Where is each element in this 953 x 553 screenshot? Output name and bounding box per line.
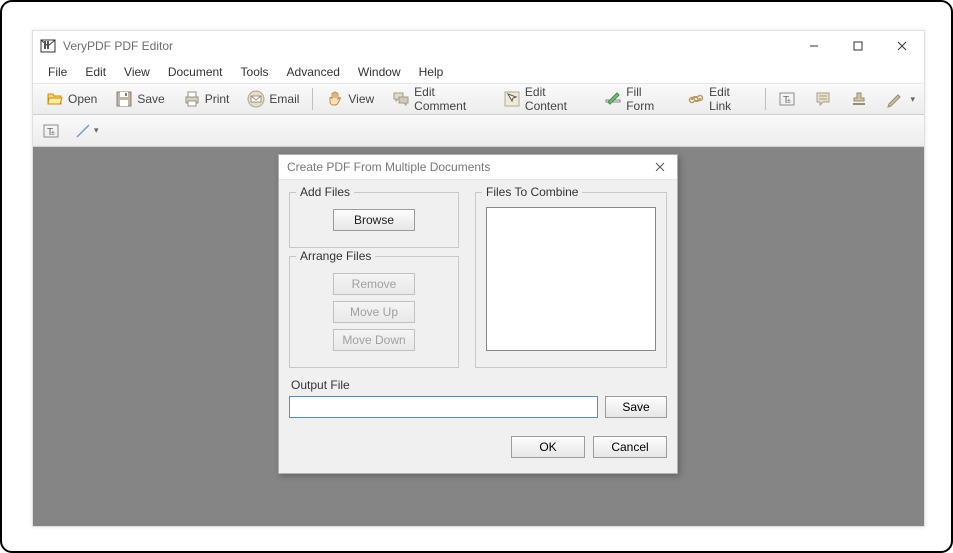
close-button[interactable] xyxy=(880,31,924,61)
menu-help[interactable]: Help xyxy=(410,63,453,81)
open-button[interactable]: Open xyxy=(37,86,106,112)
pen-form-icon xyxy=(604,90,622,108)
files-to-combine-group: Files To Combine xyxy=(475,192,667,368)
email-label: Email xyxy=(269,92,299,106)
menu-edit[interactable]: Edit xyxy=(76,63,115,81)
menu-document[interactable]: Document xyxy=(159,63,232,81)
print-button[interactable]: Print xyxy=(174,86,239,112)
chevron-down-icon: ▾ xyxy=(910,94,915,105)
app-title: VeryPDF PDF Editor xyxy=(63,39,173,53)
note-icon xyxy=(814,90,832,108)
fill-form-label: Fill Form xyxy=(626,85,669,113)
files-to-combine-list[interactable] xyxy=(486,207,656,351)
edit-link-label: Edit Link xyxy=(709,85,751,113)
text-icon: T± xyxy=(42,122,60,140)
edit-content-button[interactable]: Edit Content xyxy=(494,81,595,117)
stamp-tool[interactable] xyxy=(841,86,877,112)
app-icon xyxy=(39,37,57,55)
dialog-title: Create PDF From Multiple Documents xyxy=(287,160,490,174)
save-button[interactable]: Save xyxy=(106,86,173,112)
email-icon xyxy=(247,90,265,108)
floppy-disk-icon xyxy=(115,90,133,108)
note-tool[interactable] xyxy=(805,86,841,112)
line-icon xyxy=(74,122,92,140)
output-save-button[interactable]: Save xyxy=(605,396,667,418)
printer-icon xyxy=(183,90,201,108)
app-window: VeryPDF PDF Editor File Edit View Docume… xyxy=(32,30,925,527)
fill-form-button[interactable]: Fill Form xyxy=(595,81,678,117)
titlebar: VeryPDF PDF Editor xyxy=(33,31,924,61)
maximize-button[interactable] xyxy=(836,31,880,61)
secondary-toolbar: T± ▾ xyxy=(33,115,924,147)
create-pdf-dialog: Create PDF From Multiple Documents Add F… xyxy=(278,154,678,474)
dialog-titlebar: Create PDF From Multiple Documents xyxy=(279,155,677,180)
arrange-files-legend: Arrange Files xyxy=(296,249,375,263)
toolbar-separator xyxy=(765,88,766,110)
edit-comment-button[interactable]: Edit Comment xyxy=(383,81,494,117)
text-box-icon: T± xyxy=(778,90,796,108)
edit-comment-label: Edit Comment xyxy=(414,85,485,113)
menu-window[interactable]: Window xyxy=(349,63,410,81)
arrange-files-group: Arrange Files Remove Move Up Move Down xyxy=(289,256,459,368)
menubar: File Edit View Document Tools Advanced W… xyxy=(33,61,924,83)
line-tool[interactable]: ▾ xyxy=(69,118,104,144)
hand-icon xyxy=(326,90,344,108)
text-box-tool[interactable]: T± xyxy=(769,86,805,112)
cursor-icon xyxy=(503,90,521,108)
move-down-button: Move Down xyxy=(333,329,415,351)
cancel-button[interactable]: Cancel xyxy=(593,436,667,458)
pencil-tool[interactable]: ▾ xyxy=(877,86,924,112)
link-icon xyxy=(687,90,705,108)
browse-button[interactable]: Browse xyxy=(333,209,415,231)
view-label: View xyxy=(348,92,374,106)
ok-button[interactable]: OK xyxy=(511,436,585,458)
files-to-combine-legend: Files To Combine xyxy=(482,185,582,199)
save-label: Save xyxy=(137,92,164,106)
svg-text:±: ± xyxy=(787,98,791,105)
move-up-button: Move Up xyxy=(333,301,415,323)
edit-content-label: Edit Content xyxy=(525,85,586,113)
main-toolbar: Open Save Print Email View Edit Comment … xyxy=(33,83,924,115)
email-button[interactable]: Email xyxy=(238,86,308,112)
open-label: Open xyxy=(68,92,97,106)
toolbar-separator xyxy=(312,88,313,110)
view-button[interactable]: View xyxy=(317,86,383,112)
menu-file[interactable]: File xyxy=(39,63,76,81)
menu-tools[interactable]: Tools xyxy=(232,63,278,81)
print-label: Print xyxy=(205,92,230,106)
edit-link-button[interactable]: Edit Link xyxy=(678,81,760,117)
output-file-label: Output File xyxy=(289,376,667,396)
remove-button: Remove xyxy=(333,273,415,295)
menu-view[interactable]: View xyxy=(115,63,159,81)
add-files-group: Add Files Browse xyxy=(289,192,459,248)
output-file-input[interactable] xyxy=(289,396,598,418)
add-files-legend: Add Files xyxy=(296,185,354,199)
dialog-close-button[interactable] xyxy=(643,155,677,180)
close-icon xyxy=(655,162,665,172)
open-folder-icon xyxy=(46,90,64,108)
stamp-icon xyxy=(850,90,868,108)
chevron-down-icon: ▾ xyxy=(94,125,99,136)
menu-advanced[interactable]: Advanced xyxy=(278,63,349,81)
text-tool[interactable]: T± xyxy=(37,118,65,144)
svg-text:±: ± xyxy=(51,130,55,137)
pencil-icon xyxy=(886,90,904,108)
speech-bubbles-icon xyxy=(392,90,410,108)
minimize-button[interactable] xyxy=(792,31,836,61)
